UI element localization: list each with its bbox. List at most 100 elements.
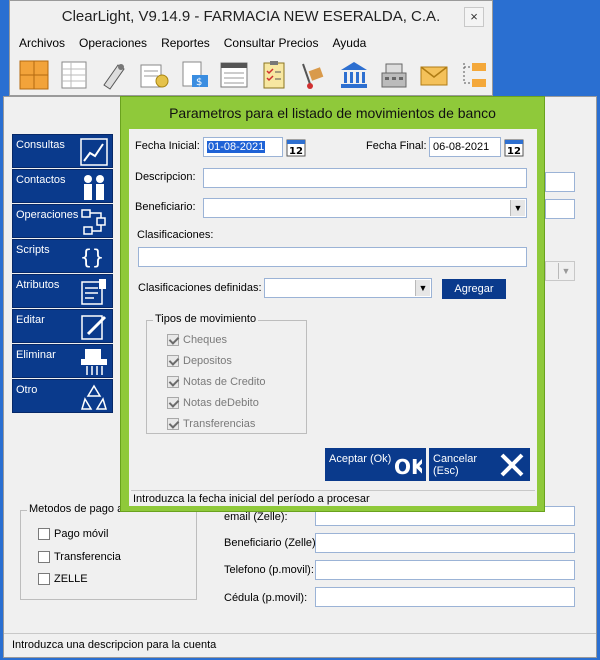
- document-list-icon[interactable]: [216, 57, 252, 93]
- fecha-inicial-value: 01-08-2021: [207, 141, 266, 153]
- side-btn-label: Editar: [16, 314, 45, 326]
- clasificaciones-label: Clasificaciones:: [137, 229, 214, 241]
- background-status-bar: Introduzca una descripcion para la cuent…: [4, 633, 596, 657]
- aceptar-button[interactable]: Aceptar (Ok) OK: [325, 448, 426, 481]
- descripcion-input[interactable]: [203, 168, 527, 188]
- checklist-icon[interactable]: [256, 57, 292, 93]
- side-btn-eliminar[interactable]: Eliminar: [12, 344, 113, 378]
- bg-dropdown[interactable]: ▼: [545, 261, 575, 281]
- envelope-icon[interactable]: [416, 57, 452, 93]
- cash-register-icon[interactable]: [376, 57, 412, 93]
- edit-icon: [81, 315, 107, 340]
- bg-field-1[interactable]: [545, 172, 575, 192]
- metodos-pago-group: Metodos de pago a Pago móvil Transferenc…: [20, 503, 197, 600]
- tipos-legend: Tipos de movimiento: [153, 313, 259, 325]
- ledger-icon[interactable]: [136, 57, 172, 93]
- side-btn-label: Consultas: [16, 139, 65, 151]
- beneficiario-zelle-label: Beneficiario (Zelle):: [224, 537, 319, 549]
- side-btn-label: Contactos: [16, 174, 66, 186]
- toolbar: $: [16, 57, 492, 93]
- side-btn-operaciones[interactable]: Operaciones: [12, 204, 113, 238]
- braces-icon: {}: [80, 245, 104, 269]
- side-btn-editar[interactable]: Editar: [12, 309, 113, 343]
- beneficiario-label: Beneficiario:: [135, 201, 196, 213]
- dialog-status-bar: Introduzca la fecha inicial del período …: [131, 490, 535, 506]
- side-menu: Consultas Contactos Operaciones Scripts …: [12, 134, 113, 414]
- checkbox-pago-movil[interactable]: Pago móvil: [38, 528, 108, 540]
- chart-icon: [80, 138, 108, 166]
- side-btn-label: Eliminar: [16, 349, 56, 361]
- bank-icon[interactable]: [336, 57, 372, 93]
- clasificaciones-definidas-label: Clasificaciones definidas:: [138, 282, 262, 294]
- checkbox-notas-debito[interactable]: Notas deDebito: [167, 397, 259, 409]
- close-button[interactable]: ×: [464, 7, 484, 27]
- menu-archivos[interactable]: Archivos: [12, 33, 72, 53]
- checkbox-depositos[interactable]: Depositos: [167, 355, 232, 367]
- clasificaciones-definidas-select[interactable]: ▼: [264, 278, 432, 298]
- fecha-final-input[interactable]: 06-08-2021: [429, 137, 501, 157]
- fecha-final-label: Fecha Final:: [366, 140, 427, 152]
- cedula-field[interactable]: [315, 587, 575, 607]
- svg-text:12: 12: [289, 146, 303, 157]
- fecha-inicial-label: Fecha Inicial:: [135, 140, 200, 152]
- folders-icon[interactable]: [456, 57, 492, 93]
- app-title: ClearLight, V9.14.9 - FARMACIA NEW ESERA…: [61, 8, 441, 25]
- side-btn-scripts[interactable]: Scripts {}: [12, 239, 113, 273]
- calendar-icon[interactable]: 12: [286, 137, 306, 157]
- checkbox-zelle[interactable]: ZELLE: [38, 573, 88, 585]
- spreadsheet-icon[interactable]: [56, 57, 92, 93]
- shredder-icon: [81, 349, 107, 375]
- metodos-legend: Metodos de pago a: [27, 503, 126, 515]
- chevron-down-icon[interactable]: ▼: [510, 200, 525, 216]
- dialog-title: Parametros para el listado de movimiento…: [169, 105, 496, 121]
- clasificaciones-input[interactable]: [138, 247, 527, 267]
- grid-orange-icon[interactable]: [16, 57, 52, 93]
- ok-icon: OK: [394, 455, 422, 478]
- aceptar-label: Aceptar (Ok): [329, 453, 392, 465]
- side-btn-atributos[interactable]: Atributos: [12, 274, 113, 308]
- main-app-window: ClearLight, V9.14.9 - FARMACIA NEW ESERA…: [9, 0, 493, 96]
- pen-icon[interactable]: [96, 57, 132, 93]
- beneficiario-select[interactable]: ▼: [203, 198, 527, 218]
- chevron-down-icon[interactable]: ▼: [415, 280, 430, 296]
- checkbox-notas-credito[interactable]: Notas de Credito: [167, 376, 266, 388]
- checkbox-transferencia[interactable]: Transferencia: [38, 551, 121, 563]
- svg-text:OK: OK: [394, 455, 422, 478]
- side-btn-label: Scripts: [16, 244, 50, 256]
- svg-text:$: $: [196, 77, 202, 88]
- menu-reportes[interactable]: Reportes: [154, 33, 217, 53]
- svg-text:{}: {}: [80, 245, 104, 269]
- cancelar-label: Cancelar (Esc): [433, 453, 478, 477]
- menu-bar: Archivos Operaciones Reportes Consultar …: [12, 33, 373, 53]
- chevron-down-icon: ▼: [558, 263, 573, 279]
- bg-field-2[interactable]: [545, 199, 575, 219]
- telefono-label: Telefono (p.movil):: [224, 564, 314, 576]
- beneficiario-zelle-field[interactable]: [315, 533, 575, 553]
- agregar-button[interactable]: Agregar: [442, 279, 506, 299]
- cedula-label: Cédula (p.movil):: [224, 592, 308, 604]
- side-btn-consultas[interactable]: Consultas: [12, 134, 113, 168]
- menu-ayuda[interactable]: Ayuda: [325, 33, 373, 53]
- side-btn-label: Atributos: [16, 279, 60, 291]
- descripcion-label: Descripcion:: [135, 171, 196, 183]
- recycle-icon: [80, 384, 108, 410]
- tipos-movimiento-group: Tipos de movimiento Cheques Depositos No…: [146, 313, 307, 434]
- fecha-inicial-input[interactable]: 01-08-2021: [203, 137, 283, 157]
- parametros-dialog: Parametros para el listado de movimiento…: [120, 96, 545, 512]
- menu-consultar-precios[interactable]: Consultar Precios: [217, 33, 326, 53]
- calendar-icon[interactable]: 12: [504, 137, 524, 157]
- checkbox-transferencias[interactable]: Transferencias: [167, 418, 255, 430]
- side-btn-otro[interactable]: Otro: [12, 379, 113, 413]
- cancelar-button[interactable]: Cancelar (Esc): [429, 448, 530, 481]
- side-btn-label: Operaciones: [16, 209, 79, 221]
- side-btn-label: Otro: [16, 384, 38, 396]
- close-icon: [500, 453, 524, 477]
- email-zelle-label: email (Zelle):: [224, 511, 288, 523]
- invoice-dollar-icon[interactable]: $: [176, 57, 212, 93]
- menu-operaciones[interactable]: Operaciones: [72, 33, 154, 53]
- hand-truck-icon[interactable]: [296, 57, 332, 93]
- svg-text:12: 12: [507, 146, 521, 157]
- side-btn-contactos[interactable]: Contactos: [12, 169, 113, 203]
- checkbox-cheques[interactable]: Cheques: [167, 334, 227, 346]
- telefono-field[interactable]: [315, 560, 575, 580]
